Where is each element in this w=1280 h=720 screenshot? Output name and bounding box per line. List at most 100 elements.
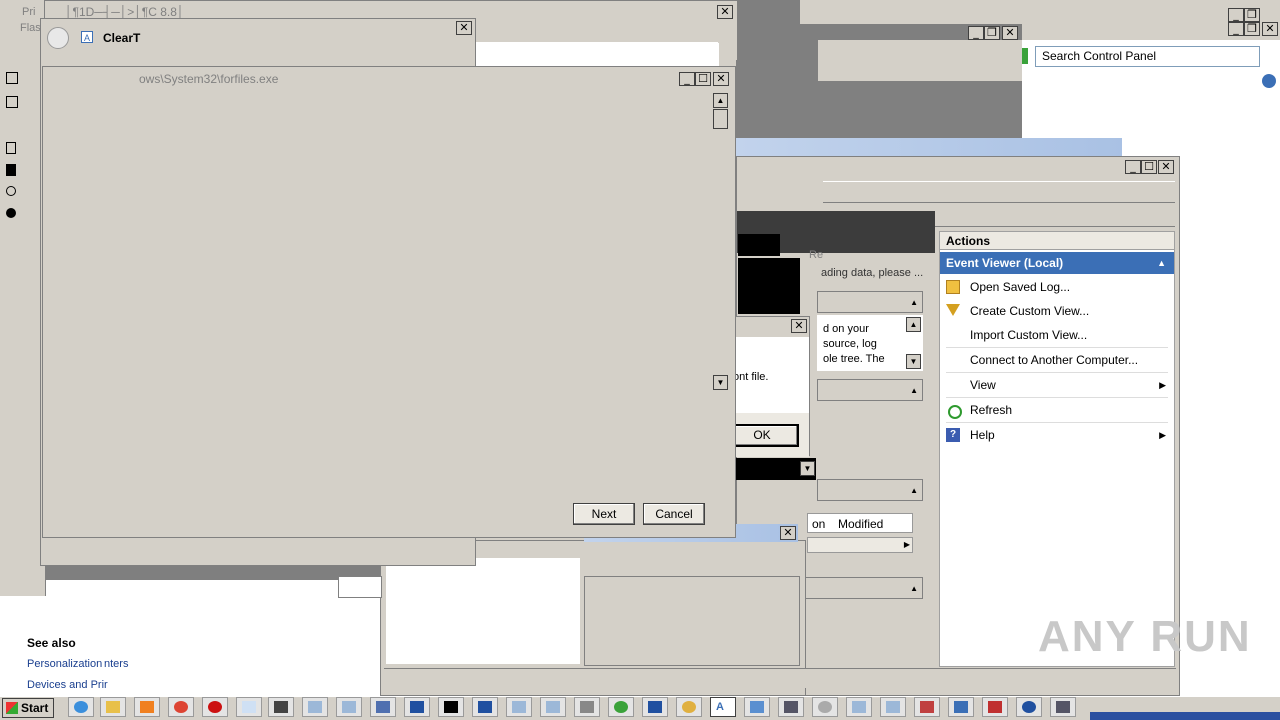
action-refresh[interactable]: Refresh [940, 398, 1174, 422]
action-label: Import Custom View... [970, 328, 1088, 342]
taskbar-event-viewer-icon[interactable] [1050, 697, 1076, 717]
taskbar-network-icon[interactable] [948, 697, 974, 717]
taskbar-font-icon[interactable]: A [710, 697, 736, 717]
cancel-button[interactable]: Cancel [643, 503, 705, 525]
lower-white-pane-1 [386, 558, 580, 664]
start-button[interactable]: Start [2, 698, 54, 718]
taskbar-app-icon-2[interactable] [744, 697, 770, 717]
stack-close[interactable]: ✕ [1002, 26, 1018, 40]
ev-close-button[interactable]: ✕ [1158, 160, 1174, 174]
font-dialog-close-button[interactable]: ✕ [791, 319, 807, 333]
collapse-arrow-icon-3[interactable]: ▲ [910, 486, 918, 495]
action-help[interactable]: ? Help ▶ [940, 423, 1174, 447]
stack-restore[interactable]: ❐ [984, 26, 1000, 40]
action-import-custom-view[interactable]: Import Custom View... [940, 323, 1174, 347]
action-connect-another-computer[interactable]: Connect to Another Computer... [940, 348, 1174, 372]
action-create-custom-view[interactable]: Create Custom View... [940, 299, 1174, 323]
collapse-arrow-icon[interactable]: ▲ [910, 298, 918, 307]
taskbar-gear-icon[interactable] [812, 697, 838, 717]
taskbar-window-icon-3[interactable] [506, 697, 532, 717]
ellipse-tool-icon[interactable] [6, 186, 16, 196]
dropdown-arrow-icon[interactable]: ▼ [800, 461, 815, 476]
taskbar-window-icon-2[interactable] [336, 697, 362, 717]
taskbar-app-icon-4[interactable] [914, 697, 940, 717]
select-tool-icon[interactable] [6, 72, 18, 84]
collapse-arrow-icon-2[interactable]: ▲ [910, 386, 918, 395]
taskbar-app-icon-1[interactable] [404, 697, 430, 717]
taskbar-media-icon[interactable] [134, 697, 160, 717]
action-label: Help [970, 428, 995, 442]
taskbar-window-icon-4[interactable] [540, 697, 566, 717]
scroll-thumb[interactable] [713, 109, 728, 129]
ev-desc-scroll-down[interactable]: ▼ [906, 354, 921, 369]
ev-minimize-button[interactable]: _ [1125, 160, 1141, 174]
cp-restore-button-2[interactable]: ❐ [1244, 22, 1260, 36]
devices-link[interactable]: Devices and Prir [27, 679, 108, 691]
taskbar-cmd-icon[interactable] [438, 697, 464, 717]
cp-close-button[interactable]: ✕ [1262, 22, 1278, 36]
rectangle-tool-icon[interactable] [6, 142, 16, 154]
forfiles-minimize-button[interactable]: _ [679, 72, 695, 86]
search-input[interactable]: Search Control Panel [1035, 46, 1260, 67]
taskbar-tool-icon[interactable] [268, 697, 294, 717]
stack-minimize[interactable]: _ [968, 26, 984, 40]
taskbar-window-icon-1[interactable] [302, 697, 328, 717]
taskbar-opera-icon[interactable] [202, 697, 228, 717]
scroll-down-icon[interactable]: ▼ [713, 375, 728, 390]
taskbar-app-icon-3[interactable] [778, 697, 804, 717]
taskbar-word-icon[interactable] [370, 697, 396, 717]
taskbar-info-icon[interactable] [1016, 697, 1042, 717]
fill-tool-icon[interactable] [6, 164, 16, 176]
ev-summary-section-header: ▲ [817, 291, 923, 313]
action-open-saved-log[interactable]: Open Saved Log... [940, 275, 1174, 299]
scroll-up-icon[interactable]: ▲ [713, 93, 728, 108]
fonts-link-fragment[interactable]: nters [104, 658, 128, 670]
collapse-arrow-icon-4[interactable]: ▲ [910, 584, 918, 593]
forfiles-vscrollbar[interactable]: ▲ ▼ [713, 93, 729, 393]
next-button[interactable]: Next [573, 503, 635, 525]
taskbar-ie-icon[interactable] [68, 697, 94, 717]
ev-section-2-header: ▲ [817, 379, 923, 401]
taskbar-window-icon-7[interactable] [880, 697, 906, 717]
font-dialog-message: ont file. [733, 371, 769, 383]
taskbar-printer-icon[interactable] [574, 697, 600, 717]
actions-section-title[interactable]: Event Viewer (Local) ▲ [940, 252, 1174, 274]
taskbar-explorer-icon[interactable] [100, 697, 126, 717]
paint-close-button[interactable]: ✕ [717, 5, 733, 19]
cp-restore-button[interactable]: ❐ [1244, 8, 1260, 22]
ev-table-header: on Modified [807, 513, 913, 533]
column-header-fragment[interactable]: on [812, 517, 825, 531]
dot-tool-icon[interactable] [6, 208, 16, 218]
taskbar-window-icon-8[interactable] [982, 697, 1008, 717]
ok-button[interactable]: OK [725, 424, 799, 447]
forfiles-maximize-button[interactable]: ☐ [695, 72, 711, 86]
taskbar-notepad-icon[interactable] [236, 697, 262, 717]
personalization-link[interactable]: Personalization [27, 658, 102, 670]
taskbar-monitor-icon[interactable] [472, 697, 498, 717]
console-block-1 [738, 234, 780, 256]
taskbar-chrome-icon[interactable] [168, 697, 194, 717]
column-header-modified[interactable]: Modified [838, 517, 883, 531]
taskbar-window-icon-5[interactable] [608, 697, 634, 717]
ev-hscrollbar[interactable]: ▶ [807, 537, 913, 553]
cp-minimize-button-2[interactable]: _ [1228, 22, 1244, 36]
taskbar-search-icon[interactable] [676, 697, 702, 717]
action-label: Connect to Another Computer... [970, 353, 1139, 367]
taskbar-monitor-icon-2[interactable] [642, 697, 668, 717]
ev-maximize-button[interactable]: ☐ [1141, 160, 1157, 174]
lower-close-button[interactable]: ✕ [780, 526, 796, 540]
brush-tool-icon[interactable] [6, 96, 18, 108]
forfiles-close-button[interactable]: ✕ [713, 72, 729, 86]
submenu-arrow-icon: ▶ [1159, 380, 1166, 390]
ev-desc-line-3: ole tree. The [823, 353, 885, 365]
back-arrow-icon[interactable] [47, 27, 69, 49]
forfiles-window: ows\System32\forfiles.exe _ ☐ ✕ ▲ ▼ Next… [42, 66, 736, 538]
flash-title-fragment: Flas [20, 22, 41, 34]
cleartype-close-button[interactable]: ✕ [456, 21, 472, 35]
cp-minimize-button[interactable]: _ [1228, 8, 1244, 22]
action-view[interactable]: View ▶ [940, 373, 1174, 397]
scroll-right-icon[interactable]: ▶ [904, 540, 910, 549]
taskbar-window-icon-6[interactable] [846, 697, 872, 717]
collapse-up-icon[interactable]: ▲ [1157, 252, 1166, 274]
ev-desc-scroll-up[interactable]: ▲ [906, 317, 921, 332]
